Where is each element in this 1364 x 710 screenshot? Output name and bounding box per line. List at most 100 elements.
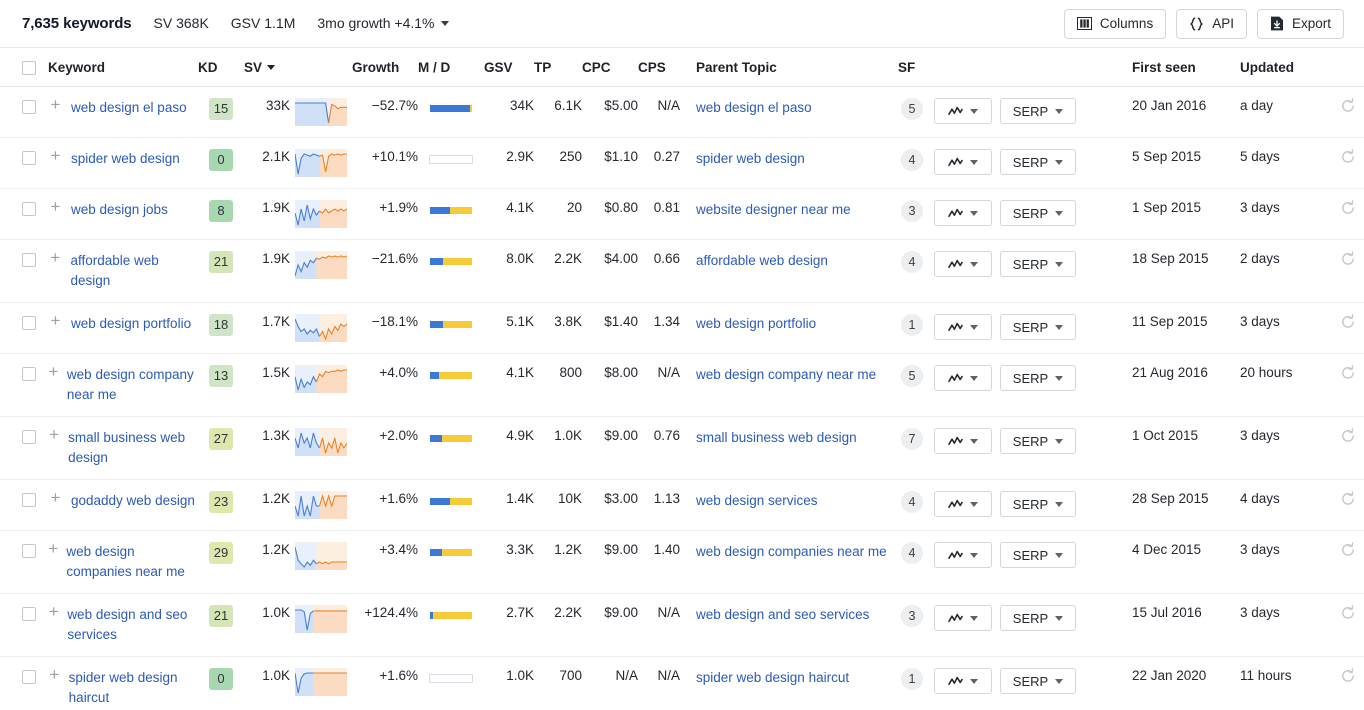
col-keyword[interactable]: Keyword — [30, 48, 198, 87]
col-gsv[interactable]: GSV — [484, 48, 534, 87]
add-keyword-icon[interactable]: + — [48, 668, 61, 682]
row-checkbox[interactable] — [22, 151, 36, 165]
keyword-link[interactable]: web design jobs — [71, 200, 168, 220]
row-checkbox[interactable] — [22, 670, 36, 684]
parent-topic-link[interactable]: web design companies near me — [696, 544, 887, 559]
chart-dropdown-button[interactable] — [934, 98, 992, 124]
add-keyword-icon[interactable]: + — [48, 365, 59, 379]
sf-badge: 4 — [901, 542, 923, 564]
refresh-icon[interactable] — [1340, 428, 1356, 447]
keyword-link[interactable]: web design portfolio — [71, 314, 191, 334]
refresh-cell — [1326, 138, 1364, 189]
row-checkbox[interactable] — [22, 493, 36, 507]
serp-dropdown-button[interactable]: SERP — [1000, 251, 1076, 277]
chart-dropdown-button[interactable] — [934, 668, 992, 694]
parent-topic-link[interactable]: web design company near me — [696, 367, 876, 382]
api-button[interactable]: API — [1176, 9, 1247, 39]
chart-dropdown-button[interactable] — [934, 365, 992, 391]
add-keyword-icon[interactable]: + — [48, 314, 63, 328]
refresh-icon[interactable] — [1340, 251, 1356, 270]
growth-dropdown[interactable]: 3mo growth +4.1% — [317, 15, 448, 31]
keyword-link[interactable]: godaddy web design — [71, 491, 195, 511]
kd-cell: 29 — [198, 531, 244, 594]
refresh-icon[interactable] — [1340, 149, 1356, 168]
serp-dropdown-button[interactable]: SERP — [1000, 542, 1076, 568]
row-checkbox[interactable] — [22, 316, 36, 330]
chart-dropdown-button[interactable] — [934, 605, 992, 631]
keyword-link[interactable]: spider web design haircut — [69, 668, 198, 708]
add-keyword-icon[interactable]: + — [48, 149, 63, 163]
keyword-link[interactable]: spider web design — [71, 149, 180, 169]
serp-dropdown-button[interactable]: SERP — [1000, 491, 1076, 517]
add-keyword-icon[interactable]: + — [48, 200, 63, 214]
keyword-link[interactable]: small business web design — [68, 428, 198, 468]
row-checkbox[interactable] — [22, 367, 36, 381]
keyword-link[interactable]: web design and seo services — [67, 605, 198, 645]
row-checkbox[interactable] — [22, 544, 36, 558]
col-updated[interactable]: Updated — [1240, 48, 1326, 87]
col-kd[interactable]: KD — [198, 48, 244, 87]
refresh-icon[interactable] — [1340, 98, 1356, 117]
refresh-icon[interactable] — [1340, 605, 1356, 624]
refresh-icon[interactable] — [1340, 542, 1356, 561]
export-button[interactable]: Export — [1257, 9, 1344, 39]
serp-dropdown-button[interactable]: SERP — [1000, 98, 1076, 124]
col-cps[interactable]: CPS — [638, 48, 680, 87]
keyword-link[interactable]: web design companies near me — [66, 542, 198, 582]
refresh-icon[interactable] — [1340, 200, 1356, 219]
add-keyword-icon[interactable]: + — [48, 251, 63, 265]
chart-dropdown-button[interactable] — [934, 542, 992, 568]
add-keyword-icon[interactable]: + — [48, 542, 58, 556]
chart-dropdown-button[interactable] — [934, 428, 992, 454]
keyword-link[interactable]: affordable web design — [71, 251, 199, 291]
chart-dropdown-button[interactable] — [934, 251, 992, 277]
col-sf[interactable]: SF — [890, 48, 934, 87]
chart-dropdown-button[interactable] — [934, 314, 992, 340]
parent-topic-link[interactable]: web design el paso — [696, 100, 812, 115]
refresh-icon[interactable] — [1340, 314, 1356, 333]
parent-topic-link[interactable]: affordable web design — [696, 253, 828, 268]
columns-button[interactable]: Columns — [1064, 9, 1166, 39]
refresh-icon[interactable] — [1340, 668, 1356, 687]
sv-cell: 1.0K — [244, 594, 290, 657]
row-checkbox[interactable] — [22, 100, 36, 114]
col-tp[interactable]: TP — [534, 48, 582, 87]
row-checkbox[interactable] — [22, 253, 36, 267]
serp-dropdown-button[interactable]: SERP — [1000, 428, 1076, 454]
serp-dropdown-button[interactable]: SERP — [1000, 314, 1076, 340]
chart-dropdown-button[interactable] — [934, 149, 992, 175]
chart-dropdown-button[interactable] — [934, 491, 992, 517]
row-checkbox[interactable] — [22, 430, 36, 444]
serp-dropdown-button[interactable]: SERP — [1000, 200, 1076, 226]
add-keyword-icon[interactable]: + — [48, 605, 59, 619]
select-all-checkbox[interactable] — [22, 61, 36, 75]
col-growth[interactable]: Growth — [352, 48, 418, 87]
col-parent-topic[interactable]: Parent Topic — [680, 48, 890, 87]
add-keyword-icon[interactable]: + — [48, 428, 60, 442]
add-keyword-icon[interactable]: + — [48, 491, 63, 505]
col-first-seen[interactable]: First seen — [1132, 48, 1240, 87]
parent-topic-link[interactable]: web design services — [696, 493, 818, 508]
parent-topic-link[interactable]: spider web design — [696, 151, 805, 166]
serp-dropdown-button[interactable]: SERP — [1000, 605, 1076, 631]
keyword-link[interactable]: web design company near me — [67, 365, 198, 405]
col-sv-sort[interactable]: SV — [244, 60, 275, 75]
add-keyword-icon[interactable]: + — [48, 98, 63, 112]
serp-dropdown-button[interactable]: SERP — [1000, 668, 1076, 694]
keyword-link[interactable]: web design el paso — [71, 98, 187, 118]
chart-dropdown-button[interactable] — [934, 200, 992, 226]
serp-dropdown-button[interactable]: SERP — [1000, 149, 1076, 175]
col-mobile-desktop[interactable]: M / D — [418, 48, 484, 87]
parent-topic-link[interactable]: web design portfolio — [696, 316, 816, 331]
row-checkbox[interactable] — [22, 607, 36, 621]
refresh-icon[interactable] — [1340, 491, 1356, 510]
parent-topic-link[interactable]: web design and seo services — [696, 607, 869, 622]
row-checkbox[interactable] — [22, 202, 36, 216]
parent-topic-link[interactable]: spider web design haircut — [696, 670, 849, 685]
serp-dropdown-button[interactable]: SERP — [1000, 365, 1076, 391]
col-sv[interactable]: SV — [244, 48, 290, 87]
refresh-icon[interactable] — [1340, 365, 1356, 384]
parent-topic-link[interactable]: website designer near me — [696, 202, 851, 217]
parent-topic-link[interactable]: small business web design — [696, 430, 857, 445]
col-cpc[interactable]: CPC — [582, 48, 638, 87]
